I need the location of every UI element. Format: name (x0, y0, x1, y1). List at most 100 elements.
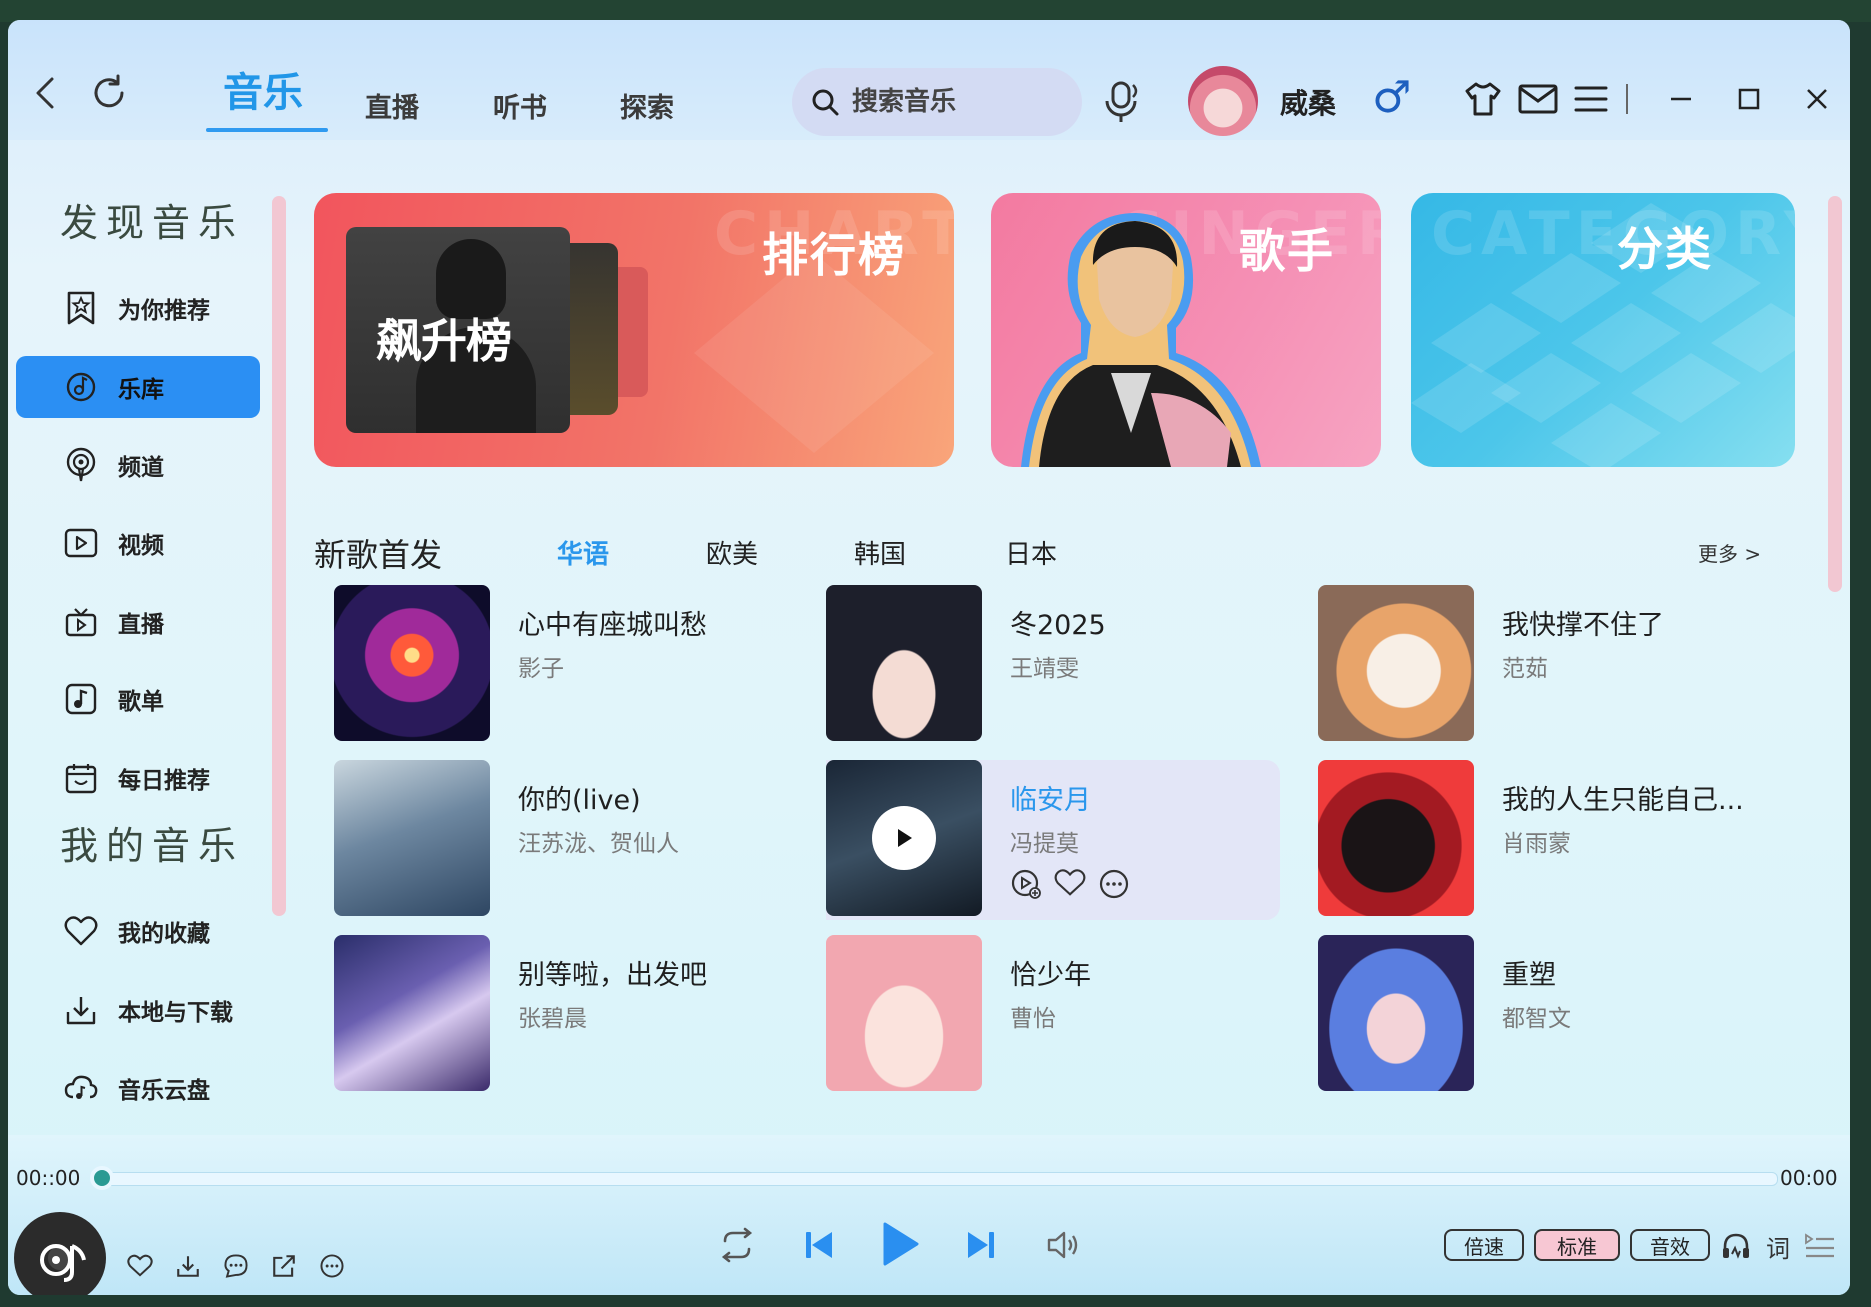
playlist-queue-icon[interactable] (1800, 1228, 1840, 1264)
song-item[interactable]: 你的(live) 汪苏泷、贺仙人 (334, 760, 804, 920)
song-artist[interactable]: 曹怡 (1010, 999, 1056, 1033)
song-item[interactable]: 我的人生只能自己... 肖雨蒙 (1318, 760, 1788, 920)
song-item[interactable]: 心中有座城叫愁 影子 (334, 585, 804, 745)
sidebar-item-daily[interactable]: 每日推荐 (16, 747, 260, 809)
category-banner[interactable]: CATEGORY 分类 (1411, 193, 1795, 467)
singer-banner[interactable]: SINGER 歌手 (991, 193, 1381, 467)
repeat-mode-icon[interactable] (712, 1220, 762, 1270)
play-icon[interactable] (870, 1214, 930, 1274)
song-title[interactable]: 你的(live) (518, 778, 641, 817)
more-link[interactable]: 更多 > (1698, 538, 1761, 567)
song-artist[interactable]: 范茹 (1502, 649, 1548, 683)
song-artist[interactable]: 汪苏泷、贺仙人 (518, 824, 679, 858)
previous-track-icon[interactable] (794, 1220, 844, 1270)
headphones-icon[interactable] (1718, 1228, 1754, 1264)
add-to-playlist-icon[interactable] (1010, 868, 1042, 904)
song-item[interactable]: 重塑 都智文 (1318, 935, 1788, 1095)
sidebar-item-library[interactable]: 乐库 (16, 356, 260, 418)
sidebar-item-label: 歌单 (118, 689, 164, 715)
category-banner-title: 分类 (1617, 222, 1713, 276)
song-artist[interactable]: 影子 (518, 649, 564, 683)
more-options-icon[interactable] (314, 1248, 350, 1284)
sidebar-item-live[interactable]: 直播 (16, 591, 260, 653)
song-title[interactable]: 心中有座城叫愁 (518, 603, 707, 642)
user-avatar[interactable] (1188, 66, 1258, 136)
content-scrollbar[interactable] (1828, 196, 1842, 592)
quality-button[interactable]: 标准 (1534, 1229, 1620, 1261)
more-options-icon[interactable] (1098, 868, 1130, 904)
speed-button[interactable]: 倍速 (1444, 1229, 1524, 1261)
song-cover (334, 760, 490, 916)
mail-icon[interactable] (1516, 78, 1560, 120)
tab-live[interactable]: 直播 (365, 86, 419, 125)
category-tiles-decoration (1411, 203, 1795, 467)
song-artist[interactable]: 都智文 (1502, 999, 1571, 1033)
share-icon[interactable] (266, 1248, 302, 1284)
tab-audiobook[interactable]: 听书 (493, 86, 547, 125)
like-heart-icon[interactable] (122, 1248, 158, 1284)
soaring-chart-label: 飙升榜 (376, 314, 512, 368)
sidebar-item-playlist[interactable]: 歌单 (16, 668, 260, 730)
sidebar-item-local-download[interactable]: 本地与下载 (16, 979, 260, 1041)
chart-banner[interactable]: CHART 飙升榜 排行榜 (314, 193, 954, 467)
back-arrow-icon[interactable] (22, 70, 68, 116)
close-icon[interactable] (1796, 78, 1838, 120)
comment-icon[interactable] (218, 1248, 254, 1284)
song-artist[interactable]: 张碧晨 (518, 999, 587, 1033)
tab-explore[interactable]: 探索 (620, 86, 674, 125)
volume-icon[interactable] (1038, 1220, 1088, 1270)
sidebar-item-favorites[interactable]: 我的收藏 (16, 900, 260, 962)
sidebar-scrollbar[interactable] (272, 196, 286, 916)
tab-western[interactable]: 欧美 (706, 534, 758, 571)
download-icon[interactable] (170, 1248, 206, 1284)
sidebar-item-label: 我的收藏 (118, 921, 210, 947)
song-item[interactable]: 我快撑不住了 范茹 (1318, 585, 1788, 745)
play-song-button[interactable] (872, 806, 936, 870)
tab-japanese[interactable]: 日本 (1005, 534, 1057, 571)
song-title[interactable]: 临安月 (1010, 778, 1091, 817)
maximize-icon[interactable] (1728, 78, 1770, 120)
sidebar-item-video[interactable]: 视频 (16, 512, 260, 574)
progress-bar[interactable] (96, 1172, 1778, 1186)
sidebar-item-label: 为你推荐 (118, 298, 210, 324)
now-playing-disc[interactable] (14, 1212, 106, 1295)
song-title[interactable]: 我快撑不住了 (1502, 603, 1664, 642)
username[interactable]: 威桑 (1280, 82, 1336, 122)
song-item[interactable]: 别等啦，出发吧 张碧晨 (334, 935, 804, 1095)
voice-search-icon[interactable] (1098, 76, 1148, 128)
tab-music[interactable]: 音乐 (223, 60, 303, 118)
search-box[interactable] (792, 68, 1082, 136)
song-cover (1318, 760, 1474, 916)
song-title[interactable]: 冬2025 (1010, 603, 1106, 642)
sidebar-item-channel[interactable]: 频道 (16, 434, 260, 496)
song-artist[interactable]: 冯提莫 (1010, 824, 1079, 858)
refresh-icon[interactable] (84, 68, 134, 118)
song-item[interactable]: 恰少年 曹怡 (826, 935, 1296, 1095)
song-title[interactable]: 恰少年 (1010, 953, 1091, 992)
song-title[interactable]: 重塑 (1502, 953, 1556, 992)
song-cover (826, 760, 982, 916)
next-track-icon[interactable] (956, 1220, 1006, 1270)
skin-theme-icon[interactable] (1462, 78, 1504, 120)
song-artist[interactable]: 肖雨蒙 (1502, 824, 1571, 858)
lyrics-button[interactable]: 词 (1762, 1228, 1794, 1264)
sound-effect-button[interactable]: 音效 (1630, 1229, 1710, 1261)
menu-icon[interactable] (1570, 78, 1612, 120)
search-input[interactable] (850, 86, 1074, 118)
song-actions (1010, 868, 1130, 904)
progress-knob[interactable] (90, 1166, 114, 1190)
heart-icon (62, 912, 100, 950)
music-disc-icon (62, 368, 100, 406)
song-item-hovered[interactable]: 临安月 冯提莫 (826, 760, 1280, 920)
discover-music-heading: 发现音乐 (60, 201, 245, 245)
song-artist[interactable]: 王靖雯 (1010, 649, 1079, 683)
minimize-icon[interactable] (1660, 78, 1702, 120)
tab-korean[interactable]: 韩国 (854, 534, 906, 571)
sidebar-item-recommend[interactable]: 为你推荐 (16, 277, 260, 339)
tab-chinese[interactable]: 华语 (557, 534, 609, 571)
like-heart-icon[interactable] (1054, 868, 1086, 904)
sidebar-item-cloud-drive[interactable]: 音乐云盘 (16, 1057, 260, 1119)
song-title[interactable]: 我的人生只能自己... (1502, 778, 1744, 817)
song-item[interactable]: 冬2025 王靖雯 (826, 585, 1296, 745)
song-title[interactable]: 别等啦，出发吧 (518, 953, 707, 992)
